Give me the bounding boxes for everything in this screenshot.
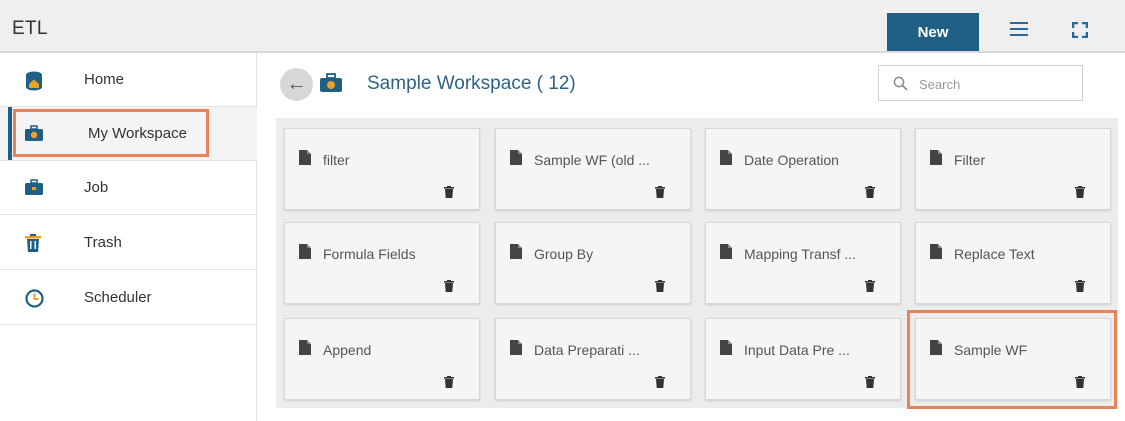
active-indicator (8, 107, 12, 160)
trash-icon[interactable] (444, 185, 454, 198)
briefcase-icon (25, 178, 43, 197)
trash-icon[interactable] (865, 375, 875, 388)
new-button[interactable]: New (887, 13, 979, 51)
sidebar-item-trash[interactable]: Trash (0, 216, 257, 270)
sidebar-item-job[interactable]: Job (0, 161, 257, 215)
trash-icon (25, 233, 43, 252)
workflow-card[interactable]: Sample WF (old ... (495, 128, 691, 210)
workflow-card[interactable]: Mapping Transf ... (705, 222, 901, 304)
workflow-card[interactable]: Input Data Pre ... (705, 318, 901, 400)
workflow-name: Replace Text (954, 246, 1035, 262)
file-icon (930, 150, 942, 165)
file-icon (720, 244, 732, 259)
sidebar-item-label: Scheduler (84, 289, 152, 306)
list-view-icon[interactable] (1010, 22, 1028, 36)
search-icon (893, 76, 908, 91)
workflow-name: Filter (954, 152, 986, 168)
workflow-name: filter (323, 152, 350, 168)
search-input[interactable] (919, 74, 1069, 94)
workflow-name: Data Preparati ... (534, 342, 640, 358)
file-icon (510, 244, 522, 259)
fullscreen-icon[interactable] (1071, 21, 1089, 39)
back-button[interactable]: ← (280, 68, 313, 101)
trash-icon[interactable] (444, 375, 454, 388)
workflow-card[interactable]: filter (284, 128, 480, 210)
highlight-annotation (907, 310, 1117, 409)
sidebar-item-home[interactable]: Home (0, 53, 257, 107)
sidebar-item-label: Home (84, 71, 125, 88)
file-icon (299, 244, 311, 259)
clock-icon (25, 288, 44, 308)
sidebar-item-label: Job (84, 179, 109, 196)
workflow-name: Group By (534, 246, 594, 262)
workflow-card[interactable]: Formula Fields (284, 222, 480, 304)
workflow-name: Append (323, 342, 372, 358)
workflow-card[interactable]: Date Operation (705, 128, 901, 210)
trash-icon[interactable] (655, 279, 665, 292)
workflow-name: Sample WF (old ... (534, 152, 650, 168)
workflow-card[interactable]: Data Preparati ... (495, 318, 691, 400)
file-icon (510, 150, 522, 165)
trash-icon[interactable] (865, 185, 875, 198)
file-icon (930, 244, 942, 259)
workflow-name: Date Operation (744, 152, 839, 168)
workflow-name: Mapping Transf ... (744, 246, 857, 262)
trash-icon[interactable] (865, 279, 875, 292)
top-bar: ETL New (0, 0, 1125, 53)
workflow-card[interactable]: Filter (915, 128, 1111, 210)
highlight-annotation (13, 109, 209, 157)
app-title: ETL (12, 18, 48, 39)
file-icon (299, 340, 311, 355)
workflow-name: Input Data Pre ... (744, 342, 850, 358)
file-icon (720, 150, 732, 165)
trash-icon[interactable] (444, 279, 454, 292)
sidebar-item-label: Trash (84, 234, 122, 251)
trash-icon[interactable] (655, 375, 665, 388)
arrow-left-icon: ← (286, 73, 307, 95)
file-icon (299, 150, 311, 165)
sidebar-item-scheduler[interactable]: Scheduler (0, 271, 257, 325)
file-icon (510, 340, 522, 355)
trash-icon[interactable] (1075, 279, 1085, 292)
workflow-card[interactable]: Group By (495, 222, 691, 304)
search-box[interactable] (878, 65, 1083, 101)
trash-icon[interactable] (655, 185, 665, 198)
home-database-icon (25, 71, 43, 90)
workflow-card[interactable]: Append (284, 318, 480, 400)
workflow-card[interactable]: Replace Text (915, 222, 1111, 304)
briefcase-icon (320, 73, 342, 93)
workflow-name: Formula Fields (323, 246, 416, 262)
page-title: Sample Workspace ( 12) (367, 73, 576, 94)
file-icon (720, 340, 732, 355)
trash-icon[interactable] (1075, 185, 1085, 198)
